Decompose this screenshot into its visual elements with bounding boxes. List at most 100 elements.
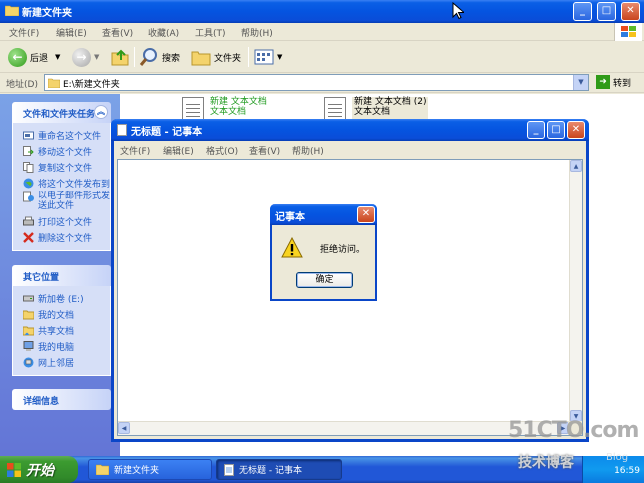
taskbar-item-notepad[interactable]: 无标题 - 记事本 — [216, 459, 342, 480]
error-dialog: 记事本 ✕ 拒绝访问。 确定 — [270, 204, 377, 301]
back-arrow-icon: ← — [8, 47, 27, 67]
chevron-down-icon[interactable]: ▼ — [94, 53, 99, 61]
explorer-title: 新建文件夹 — [22, 8, 72, 19]
task-label: 无标题 - 记事本 — [239, 466, 302, 476]
task-email[interactable]: 以电子邮件形式发送此文件 — [23, 191, 111, 213]
close-button[interactable]: ✕ — [621, 2, 640, 21]
notepad-titlebar[interactable]: 无标题 - 记事本 _ □ ✕ — [111, 119, 589, 141]
warning-icon — [281, 237, 303, 258]
place-my-computer[interactable]: 我的电脑 — [23, 338, 110, 354]
task-label: 移动这个文件 — [38, 147, 93, 158]
place-label: 我的电脑 — [38, 342, 75, 353]
task-copy[interactable]: 复制这个文件 — [23, 159, 110, 175]
explorer-toolbar: ← 后退 ▼ → ▼ 搜索 文件夹 ▼ — [0, 41, 644, 73]
task-pane: 文件和文件夹任务 ︽ 重命名这个文件 移动这个文件 复制这个文件 将这个文件发布… — [0, 94, 120, 456]
other-places-title: 其它位置 — [23, 273, 60, 283]
place-my-documents[interactable]: 我的文档 — [23, 306, 110, 322]
close-button[interactable]: ✕ — [567, 121, 585, 139]
windows-logo-icon — [7, 462, 21, 477]
folders-button[interactable]: 文件夹 — [191, 45, 241, 69]
menu-file[interactable]: 文件(F) — [120, 144, 150, 157]
chevron-down-icon[interactable]: ▼ — [55, 53, 60, 61]
rename-icon — [23, 131, 34, 139]
folder-icon — [48, 78, 60, 88]
watermark-logo: 51CTO.com — [508, 418, 639, 443]
menu-help[interactable]: 帮助(H) — [292, 144, 324, 157]
file-tasks-title: 文件和文件夹任务 — [23, 110, 96, 120]
dialog-titlebar[interactable]: 记事本 ✕ — [270, 204, 377, 225]
place-drive-e[interactable]: 新加卷 (E:) — [23, 290, 110, 306]
chevron-down-icon[interactable]: ▼ — [277, 53, 282, 61]
minimize-button[interactable]: _ — [573, 2, 592, 21]
back-button[interactable]: ← 后退 ▼ — [8, 45, 60, 69]
details-header[interactable]: 详细信息 — [12, 389, 111, 410]
close-button[interactable]: ✕ — [357, 206, 375, 223]
drive-icon — [23, 295, 34, 301]
place-shared-documents[interactable]: 共享文档 — [23, 322, 110, 338]
task-print[interactable]: 打印这个文件 — [23, 213, 110, 229]
views-button[interactable]: ▼ — [254, 45, 282, 69]
search-button[interactable]: 搜索 — [139, 45, 180, 69]
taskbar-item-explorer[interactable]: 新建文件夹 — [88, 459, 212, 480]
menu-tools[interactable]: 工具(T) — [195, 26, 226, 39]
forward-arrow-icon: → — [72, 47, 91, 67]
go-button[interactable]: ➜ 转到 — [596, 75, 631, 89]
task-delete[interactable]: 删除这个文件 — [23, 229, 110, 245]
other-places-header[interactable]: 其它位置 — [12, 265, 111, 286]
place-label: 我的文档 — [38, 310, 75, 321]
place-network[interactable]: 网上邻居 — [23, 354, 110, 370]
place-label: 网上邻居 — [38, 358, 75, 369]
search-icon — [139, 48, 157, 66]
address-bar: 地址(D) E:\新建文件夹 ▼ ➜ 转到 — [0, 73, 644, 93]
task-move[interactable]: 移动这个文件 — [23, 143, 110, 159]
scroll-left-button[interactable]: ◀ — [118, 422, 130, 434]
print-icon — [23, 216, 34, 225]
address-label: 地址(D) — [6, 80, 38, 90]
address-dropdown-button[interactable]: ▼ — [573, 75, 588, 90]
file-type: 文本文档 — [354, 107, 391, 117]
go-arrow-icon: ➜ — [596, 75, 610, 89]
forward-button[interactable]: → ▼ — [72, 45, 99, 69]
network-icon — [23, 357, 34, 367]
maximize-button[interactable]: □ — [547, 121, 565, 139]
menu-favorites[interactable]: 收藏(A) — [148, 26, 179, 39]
folder-icon — [5, 5, 19, 16]
up-button[interactable] — [111, 45, 129, 69]
maximize-button[interactable]: □ — [597, 2, 616, 21]
email-icon — [23, 191, 34, 202]
menu-view[interactable]: 查看(V) — [249, 144, 280, 157]
notepad-title: 无标题 - 记事本 — [131, 127, 203, 138]
menu-edit[interactable]: 编辑(E) — [163, 144, 194, 157]
start-button[interactable]: 开始 — [0, 456, 78, 483]
scroll-up-button[interactable]: ▲ — [570, 160, 582, 172]
ok-button[interactable]: 确定 — [296, 272, 353, 288]
minimize-button[interactable]: _ — [527, 121, 545, 139]
explorer-titlebar[interactable]: 新建文件夹 _ □ ✕ — [0, 0, 644, 23]
watermark-blog: Blog — [606, 452, 629, 463]
file-tasks-panel: 文件和文件夹任务 ︽ 重命名这个文件 移动这个文件 复制这个文件 将这个文件发布… — [12, 102, 111, 251]
address-input[interactable]: E:\新建文件夹 ▼ — [44, 74, 589, 91]
file-type: 文本文档 — [210, 107, 247, 117]
computer-icon — [23, 340, 34, 351]
vertical-scrollbar[interactable]: ▲ ▼ — [569, 160, 582, 422]
file-name: 新建 文本文档 — [210, 97, 267, 107]
delete-icon — [23, 231, 34, 243]
other-places-panel: 其它位置 新加卷 (E:) 我的文档 共享文档 我的电脑 网上邻居 — [12, 265, 111, 376]
windows-logo-icon — [614, 23, 642, 41]
task-publish[interactable]: 将这个文件发布到 — [23, 175, 110, 191]
collapse-chevron-icon[interactable]: ︽ — [94, 105, 108, 119]
start-label: 开始 — [26, 462, 54, 479]
web-publish-icon — [23, 178, 34, 188]
horizontal-scrollbar[interactable]: ◀ ▶ — [118, 421, 569, 435]
menu-file[interactable]: 文件(F) — [9, 26, 39, 39]
documents-icon — [23, 310, 34, 319]
clock[interactable]: 16:59 — [614, 466, 640, 476]
menu-help[interactable]: 帮助(H) — [241, 26, 273, 39]
menu-edit[interactable]: 编辑(E) — [56, 26, 87, 39]
menu-format[interactable]: 格式(O) — [206, 144, 238, 157]
notepad-icon — [117, 124, 127, 136]
task-rename[interactable]: 重命名这个文件 — [23, 127, 110, 143]
file-tasks-header[interactable]: 文件和文件夹任务 ︽ — [12, 102, 111, 123]
mouse-cursor-icon — [452, 2, 464, 20]
menu-view[interactable]: 查看(V) — [102, 26, 133, 39]
